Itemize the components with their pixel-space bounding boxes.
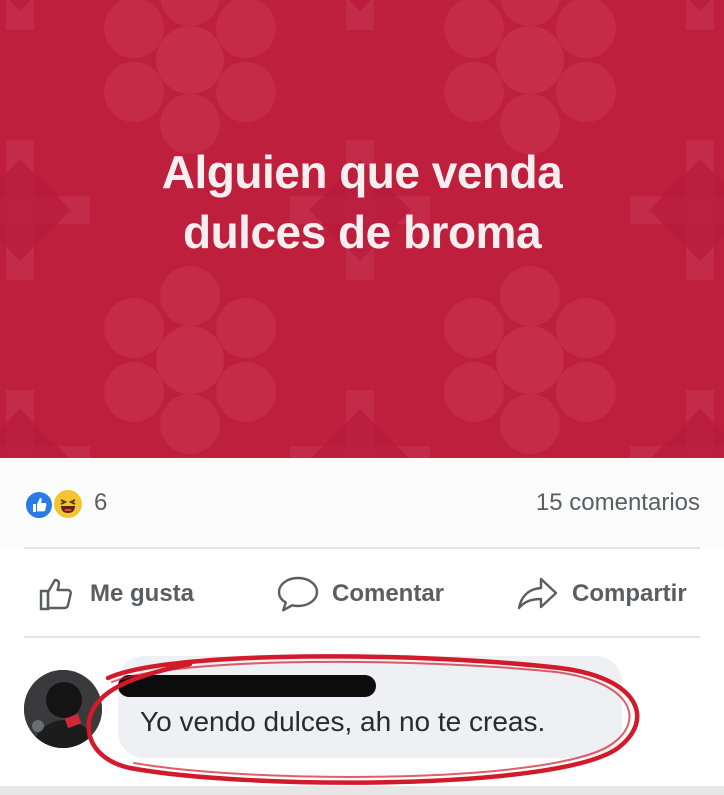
comment-button[interactable]: Comentar bbox=[276, 572, 444, 616]
comment-text: Yo vendo dulces, ah no te creas. bbox=[140, 706, 546, 737]
haha-reaction-icon[interactable] bbox=[52, 488, 84, 520]
like-button-label: Me gusta bbox=[90, 580, 195, 607]
bottom-divider bbox=[0, 786, 724, 795]
divider-bottom bbox=[24, 636, 700, 638]
like-reaction-icon[interactable] bbox=[24, 490, 54, 520]
like-button[interactable]: Me gusta bbox=[38, 572, 194, 616]
reaction-count[interactable]: 6 bbox=[94, 489, 107, 517]
comments-count-link[interactable]: 15 comentarios bbox=[536, 489, 700, 517]
author-name-redacted bbox=[118, 675, 376, 697]
post-text-line-1: Alguien que venda bbox=[161, 146, 563, 198]
post-background: Alguien que venda dulces de broma bbox=[0, 0, 724, 458]
comment-button-label: Comentar bbox=[332, 580, 445, 607]
share-button-label: Compartir bbox=[572, 580, 687, 607]
share-arrow-icon bbox=[517, 577, 558, 610]
avatar-image bbox=[24, 670, 102, 748]
avatar[interactable] bbox=[24, 670, 102, 748]
share-button[interactable]: Compartir bbox=[516, 572, 687, 616]
post-text: Alguien que venda dulces de broma bbox=[0, 142, 724, 262]
divider-top bbox=[24, 547, 700, 549]
thumbs-up-icon bbox=[39, 578, 72, 611]
comment-icon bbox=[277, 576, 319, 612]
post-text-line-2: dulces de broma bbox=[182, 206, 542, 258]
